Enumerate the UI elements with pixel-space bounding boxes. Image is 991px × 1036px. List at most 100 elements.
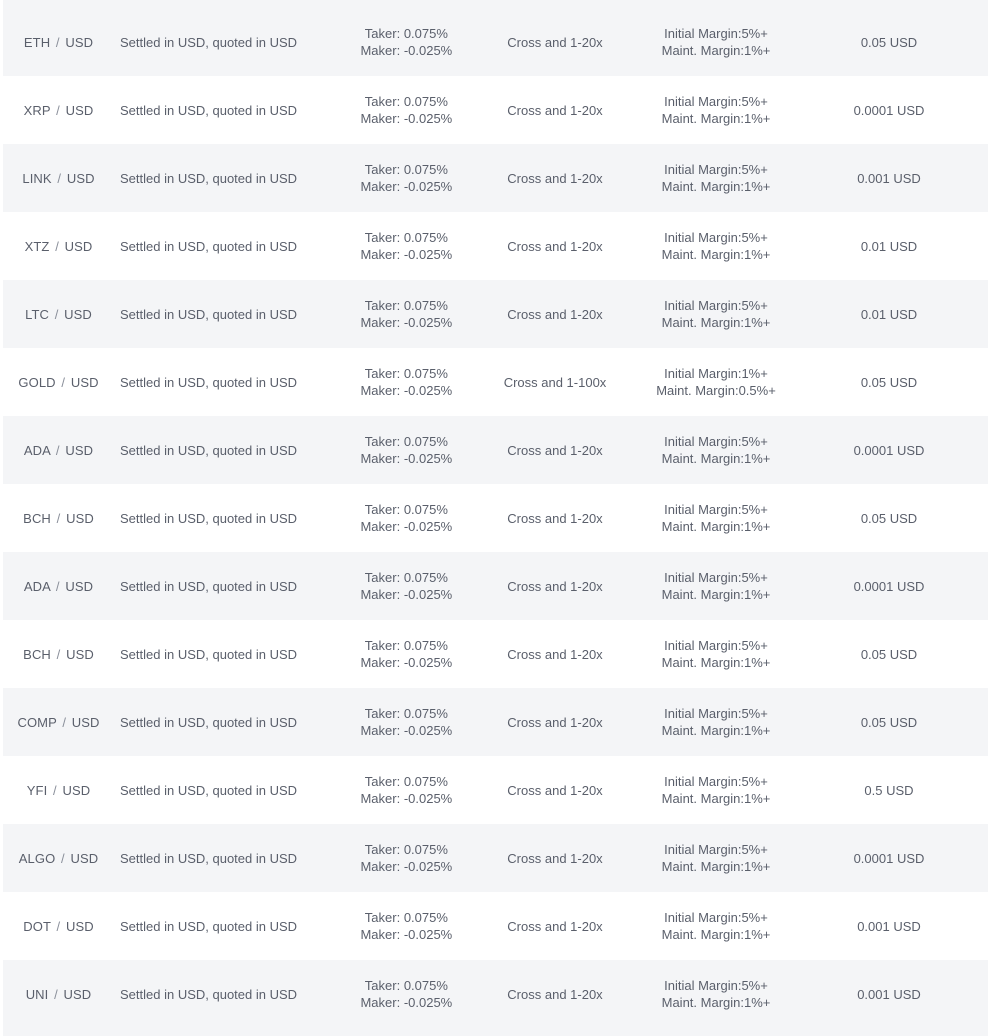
tick-size-cell: 0.05 USD — [860, 34, 918, 50]
settlement-cell: Settled in USD, quoted in USD — [120, 442, 298, 458]
margin-cell: Initial Margin:5%+ Maint. Margin:1%+ — [616, 433, 816, 467]
maker-fee-line: Maker: -0.025% — [314, 654, 494, 671]
taker-fee: 0.075% — [403, 94, 448, 109]
table-row: LINK / USD Settled in USD, quoted in USD… — [3, 144, 988, 212]
trading-pair-cell: LINK / USD — [3, 171, 114, 186]
table-top-strip — [3, 0, 988, 8]
taker-label: Taker: — [364, 366, 401, 381]
maker-fee-line: Maker: -0.025% — [314, 382, 494, 399]
table-row: COMP / USD Settled in USD, quoted in USD… — [3, 688, 988, 756]
maker-fee-line: Maker: -0.025% — [314, 518, 494, 535]
margin-cell: Initial Margin:5%+ Maint. Margin:1%+ — [616, 229, 816, 263]
taker-fee-line: Taker: 0.075% — [314, 93, 494, 110]
maker-fee: -0.025% — [403, 655, 453, 670]
trading-pair-cell: ALGO / USD — [3, 851, 114, 866]
quote-asset: USD — [63, 986, 92, 1002]
taker-fee-line: Taker: 0.075% — [314, 501, 494, 518]
table-row: ETH / USD Settled in USD, quoted in USD … — [3, 8, 988, 76]
maker-fee-line: Maker: -0.025% — [314, 586, 494, 603]
margin-cell: Initial Margin:5%+ Maint. Margin:1%+ — [616, 569, 816, 603]
trading-pair-cell: ADA / USD — [3, 443, 114, 458]
settlement-cell: Settled in USD, quoted in USD — [120, 918, 298, 934]
maker-fee-line: Maker: -0.025% — [314, 858, 494, 875]
maint-margin: Maint. Margin:1%+ — [661, 315, 771, 330]
fee-cell: Taker: 0.075% Maker: -0.025% — [314, 93, 494, 127]
trading-pair-cell: GOLD / USD — [3, 375, 114, 390]
margin-cell: Initial Margin:5%+ Maint. Margin:1%+ — [616, 773, 816, 807]
trading-pair-cell: ADA / USD — [3, 579, 114, 594]
maker-fee: -0.025% — [403, 587, 453, 602]
settlement-cell: Settled in USD, quoted in USD — [120, 306, 298, 322]
initial-margin: Initial Margin:5%+ — [664, 638, 768, 653]
fee-cell: Taker: 0.075% Maker: -0.025% — [314, 569, 494, 603]
taker-fee-line: Taker: 0.075% — [314, 637, 494, 654]
taker-fee-line: Taker: 0.075% — [314, 25, 494, 42]
leverage-cell: Cross and 1-20x — [507, 102, 603, 118]
pair-separator: / — [61, 850, 65, 866]
trading-pair-cell: ETH / USD — [3, 35, 114, 50]
margin-cell: Initial Margin:5%+ Maint. Margin:1%+ — [616, 637, 816, 671]
maint-margin: Maint. Margin:1%+ — [661, 655, 771, 670]
table-row: BCH / USD Settled in USD, quoted in USD … — [3, 620, 988, 688]
quote-asset: USD — [65, 918, 94, 934]
fee-cell: Taker: 0.075% Maker: -0.025% — [314, 705, 494, 739]
quote-asset: USD — [70, 374, 99, 390]
base-asset: BCH — [23, 510, 51, 526]
leverage-cell: Cross and 1-20x — [507, 782, 603, 798]
initial-margin: Initial Margin:5%+ — [664, 774, 768, 789]
pair-separator: / — [62, 714, 67, 730]
settlement-cell: Settled in USD, quoted in USD — [120, 782, 298, 798]
maint-margin: Maint. Margin:1%+ — [661, 451, 771, 466]
taker-label: Taker: — [364, 94, 401, 109]
pair-separator: / — [53, 782, 57, 798]
taker-label: Taker: — [364, 638, 401, 653]
maker-fee: -0.025% — [403, 383, 453, 398]
margin-cell: Initial Margin:5%+ Maint. Margin:1%+ — [616, 297, 816, 331]
trading-pair-cell: BCH / USD — [3, 647, 114, 662]
table-row: XTZ / USD Settled in USD, quoted in USD … — [3, 212, 988, 280]
margin-cell: Initial Margin:5%+ Maint. Margin:1%+ — [616, 705, 816, 739]
base-asset: COMP — [17, 714, 57, 730]
pair-separator: / — [54, 986, 58, 1002]
maker-label: Maker: — [360, 247, 401, 262]
taker-label: Taker: — [364, 910, 401, 925]
table-row: LTC / USD Settled in USD, quoted in USD … — [3, 280, 988, 348]
initial-margin: Initial Margin:5%+ — [664, 502, 768, 517]
taker-fee: 0.075% — [403, 162, 448, 177]
maker-label: Maker: — [360, 315, 401, 330]
taker-fee: 0.075% — [403, 298, 448, 313]
initial-margin: Initial Margin:5%+ — [664, 978, 768, 993]
pair-separator: / — [55, 578, 60, 594]
maker-fee-line: Maker: -0.025% — [314, 994, 494, 1011]
pair-separator: / — [56, 918, 61, 934]
tick-size-cell: 0.0001 USD — [853, 578, 925, 594]
maint-margin: Maint. Margin:1%+ — [661, 927, 771, 942]
taker-fee-line: Taker: 0.075% — [314, 229, 494, 246]
tick-size-cell: 0.01 USD — [860, 238, 918, 254]
leverage-cell: Cross and 1-100x — [503, 374, 607, 390]
tick-size-cell: 0.01 USD — [860, 306, 918, 322]
table-row: ALGO / USD Settled in USD, quoted in USD… — [3, 824, 988, 892]
maker-fee: -0.025% — [403, 451, 453, 466]
quote-asset: USD — [66, 646, 94, 662]
maker-label: Maker: — [360, 859, 401, 874]
maker-fee: -0.025% — [403, 995, 453, 1010]
maint-margin: Maint. Margin:1%+ — [661, 995, 771, 1010]
taker-fee-line: Taker: 0.075% — [314, 841, 494, 858]
fee-cell: Taker: 0.075% Maker: -0.025% — [314, 841, 494, 875]
margin-cell: Initial Margin:5%+ Maint. Margin:1%+ — [616, 977, 816, 1011]
taker-fee: 0.075% — [403, 978, 448, 993]
maker-fee-line: Maker: -0.025% — [314, 790, 494, 807]
fee-cell: Taker: 0.075% Maker: -0.025% — [314, 637, 494, 671]
fee-cell: Taker: 0.075% Maker: -0.025% — [314, 773, 494, 807]
base-asset: BCH — [23, 646, 51, 662]
base-asset: YFI — [26, 782, 48, 798]
trading-pair-cell: LTC / USD — [3, 307, 114, 322]
trading-pair-cell: BCH / USD — [3, 511, 114, 526]
initial-margin: Initial Margin:5%+ — [664, 26, 768, 41]
initial-margin: Initial Margin:5%+ — [664, 434, 768, 449]
maker-label: Maker: — [360, 179, 401, 194]
leverage-cell: Cross and 1-20x — [507, 714, 603, 730]
pair-separator: / — [56, 102, 60, 118]
trading-pair-cell: UNI / USD — [3, 987, 114, 1002]
